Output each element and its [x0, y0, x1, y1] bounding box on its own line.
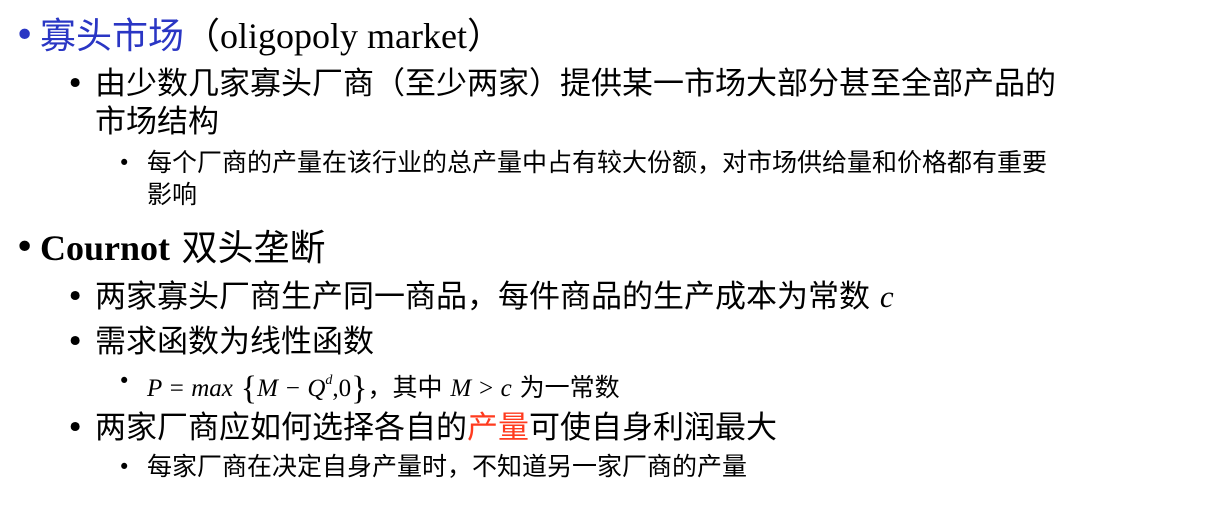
oligopoly-title-cn: 寡头市场 [40, 16, 185, 57]
formula-inner-b: ,0 [332, 375, 352, 402]
formula-lhs: P = max [147, 375, 233, 402]
point-3-highlight: 产量 [467, 410, 529, 446]
bullet: • [14, 15, 36, 56]
point-3-before: 两家厂商应如何选择各自的 [95, 410, 467, 446]
left-brace: { [240, 370, 258, 407]
detail-line-1: 每个厂商的产量在该行业的总产量中占有较大份额，对市场供给量和价格都有重要 [147, 148, 1048, 177]
bullet: • [66, 279, 85, 315]
bullet: • [118, 151, 131, 175]
cournot-title-cn: 双头垄断 [181, 228, 326, 269]
formula-suffix: ，其中 [367, 373, 443, 402]
oligopoly-title-en: （oligopoly market） [184, 16, 503, 56]
formula-text: P = max {M − Qd,0}，其中 M > c 为一常数 [147, 366, 620, 407]
bullet: • [66, 324, 85, 360]
right-brace: } [351, 370, 368, 407]
point-2-text: 需求函数为线性函数 [95, 324, 374, 360]
heading-text: Cournot 双头垄断 [40, 226, 325, 271]
bullet: • [66, 66, 85, 102]
bullet: • [66, 410, 85, 446]
formula-condition-cn: 为一常数 [519, 373, 620, 402]
heading-text: 寡头市场（oligopoly market） [40, 14, 503, 59]
bullet: • [118, 455, 131, 479]
formula-inner-a: M − Q [257, 375, 326, 402]
point-3-sub-text: 每家厂商在决定自身产量时，不知道另一家厂商的产量 [147, 452, 748, 481]
point-3-text: 两家厂商应如何选择各自的产量可使自身利润最大 [95, 409, 777, 447]
point-1-body: 两家寡头厂商生产同一商品，每件商品的生产成本为常数 [95, 279, 870, 315]
bullet: • [14, 227, 36, 268]
cournot-title-en: Cournot [40, 228, 171, 268]
bullet: • [118, 369, 131, 393]
point-1-text: 两家寡头厂商生产同一商品，每件商品的生产成本为常数 c [95, 278, 894, 316]
definition-line-2: 市场结构 [95, 104, 219, 140]
definition-line-1: 由少数几家寡头厂商（至少两家）提供某一市场大部分甚至全部产品的 [95, 66, 1056, 102]
detail-line-2: 影响 [147, 180, 198, 209]
point-3-after: 可使自身利润最大 [529, 410, 777, 446]
cost-variable: c [879, 279, 894, 314]
formula-condition: M > c [450, 375, 512, 402]
